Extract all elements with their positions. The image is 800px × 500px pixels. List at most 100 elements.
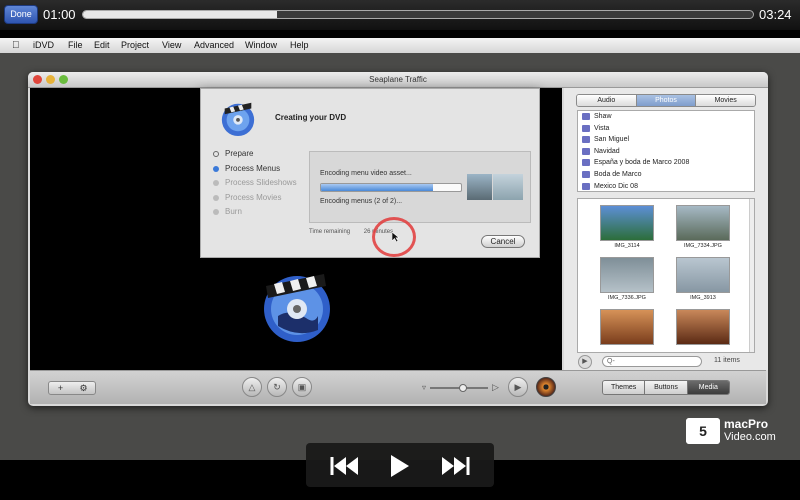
- menu-thumbnail-a: [467, 174, 492, 200]
- menu-edit[interactable]: Edit: [94, 40, 110, 50]
- creating-dvd-sheet: Creating your DVD Prepare Process Menus Pr…: [200, 88, 540, 258]
- add-button-group: + ⚙: [48, 381, 96, 395]
- photo-caption: IMG_3114: [614, 243, 640, 249]
- item-count: 11 items: [714, 357, 740, 364]
- motion-toggle-button[interactable]: ↻: [267, 377, 287, 397]
- progress-step: Process Movies: [213, 193, 297, 208]
- preview-play-button[interactable]: ▶: [578, 355, 592, 369]
- menu-bar:  iDVD File Edit Project View Advanced W…: [0, 38, 800, 53]
- volume-slider[interactable]: [430, 384, 488, 392]
- album-list-item[interactable]: Boda de Marco: [578, 169, 754, 181]
- progress-step: Process Menus: [213, 164, 297, 179]
- photo-thumbnail[interactable]: [676, 309, 730, 347]
- add-button[interactable]: +: [49, 382, 72, 394]
- album-list: Shaw Vista San Miguel Navidad España y boda …: [577, 110, 755, 192]
- album-icon: [582, 136, 590, 144]
- menu-project[interactable]: Project: [121, 40, 149, 50]
- menu-window[interactable]: Window: [245, 40, 277, 50]
- photo-thumbnail[interactable]: IMG_7336.JPG: [600, 257, 654, 301]
- album-label: Navidad: [594, 147, 620, 155]
- step-label: Prepare: [225, 149, 254, 158]
- rewind-icon[interactable]: [328, 453, 360, 479]
- menu-idvd[interactable]: iDVD: [33, 40, 54, 50]
- photo-grid-scrollbar[interactable]: [749, 199, 754, 352]
- album-list-item[interactable]: Vista: [578, 123, 754, 135]
- menu-view[interactable]: View: [162, 40, 181, 50]
- scrubber-fill: [83, 11, 278, 18]
- photo-thumbnail[interactable]: IMG_7334.JPG: [676, 205, 730, 249]
- tab-audio[interactable]: Audio: [577, 95, 637, 106]
- mode-media-button[interactable]: Media: [687, 381, 729, 394]
- step-status-icon: [213, 194, 219, 201]
- album-icon: [582, 147, 590, 155]
- progress-steps: Prepare Process Menus Process Slideshows Pr…: [213, 149, 297, 222]
- time-remaining: 03:24: [759, 7, 792, 22]
- album-icon: [582, 113, 590, 120]
- step-status-icon: [213, 165, 219, 172]
- photo-thumbnail[interactable]: IMG_3913: [676, 257, 730, 301]
- menu-file[interactable]: File: [68, 40, 83, 50]
- brand-line-2: Video.com: [724, 431, 776, 443]
- window-title: Seaplane Traffic: [369, 75, 427, 84]
- album-list-item[interactable]: Mexico Dic 08: [578, 181, 754, 191]
- photo-image: [676, 309, 730, 345]
- play-icon[interactable]: [386, 453, 412, 479]
- album-icon: [582, 159, 590, 167]
- photo-image: [600, 205, 654, 241]
- album-label: Boda de Marco: [594, 170, 642, 178]
- player-top-bar: Done 01:00 03:24: [0, 0, 800, 30]
- photo-caption: IMG_3913: [690, 295, 716, 301]
- mouse-cursor-icon: [392, 232, 400, 242]
- menu-thumbnail-b: [493, 174, 523, 200]
- apple-menu-icon[interactable]: : [12, 40, 20, 51]
- step-label: Process Slideshows: [225, 178, 297, 187]
- album-list-item[interactable]: San Miguel: [578, 134, 754, 146]
- photo-search-input[interactable]: Q-: [602, 356, 702, 367]
- burn-icon[interactable]: [536, 377, 556, 397]
- step-label: Process Menus: [225, 163, 281, 173]
- menu-help[interactable]: Help: [290, 40, 309, 50]
- encoding-label: Encoding menu video asset...: [320, 170, 412, 177]
- window-titlebar: Seaplane Traffic: [28, 72, 768, 88]
- brand-watermark: 5 macPro Video.com: [686, 418, 786, 446]
- brand-line-1: macPro: [724, 417, 769, 431]
- encoding-progress-bar: [320, 183, 462, 192]
- album-list-item[interactable]: España y boda de Marco 2008: [578, 157, 754, 169]
- scrubber[interactable]: [82, 10, 754, 19]
- media-pane: Audio Photos Movies Shaw Vista San Miguel N…: [564, 88, 768, 370]
- step-label: Burn: [225, 207, 242, 216]
- album-list-item[interactable]: Navidad: [578, 146, 754, 158]
- progress-step: Process Slideshows: [213, 178, 297, 193]
- time-elapsed: 01:00: [43, 7, 76, 22]
- progress-step: Prepare: [213, 149, 297, 164]
- album-label: San Miguel: [594, 136, 630, 144]
- tab-photos[interactable]: Photos: [636, 95, 697, 106]
- edit-drop-zones-button[interactable]: ▣: [292, 377, 312, 397]
- volume-slider-knob[interactable]: [459, 384, 467, 392]
- mode-buttons-button[interactable]: Buttons: [645, 381, 688, 394]
- bottom-toolbar: + ⚙ △ ↻ ▣ ▿ ▷ ▶ Themes Buttons Media: [30, 370, 766, 404]
- media-pane-footer: ▶ Q- 11 items: [564, 354, 768, 370]
- album-list-item[interactable]: Shaw: [578, 111, 754, 123]
- play-preview-button[interactable]: ▶: [508, 377, 528, 397]
- cancel-button[interactable]: Cancel: [481, 235, 525, 248]
- letterbox-top: [0, 30, 800, 38]
- done-button[interactable]: Done: [4, 5, 38, 24]
- album-label: Shaw: [594, 113, 612, 120]
- photo-thumbnail[interactable]: [600, 309, 654, 347]
- fast-forward-icon[interactable]: [440, 453, 472, 479]
- volume-high-icon: ▷: [492, 382, 499, 392]
- map-view-button[interactable]: △: [242, 377, 262, 397]
- macprovideo-logo-icon: 5: [686, 418, 720, 444]
- photo-thumbnail[interactable]: IMG_3114: [600, 205, 654, 249]
- mode-themes-button[interactable]: Themes: [603, 381, 646, 394]
- menu-advanced[interactable]: Advanced: [194, 40, 234, 50]
- settings-icon[interactable]: ⚙: [72, 382, 95, 394]
- screen: Done 01:00 03:24  iDVD File Edit Projec…: [0, 0, 800, 500]
- photo-caption: IMG_7334.JPG: [684, 243, 722, 249]
- encoding-sub-label: Encoding menus (2 of 2)...: [320, 198, 403, 205]
- photo-image: [676, 257, 730, 293]
- step-status-icon: [213, 180, 219, 186]
- tab-movies[interactable]: Movies: [696, 95, 755, 106]
- photo-caption: IMG_7336.JPG: [608, 295, 646, 301]
